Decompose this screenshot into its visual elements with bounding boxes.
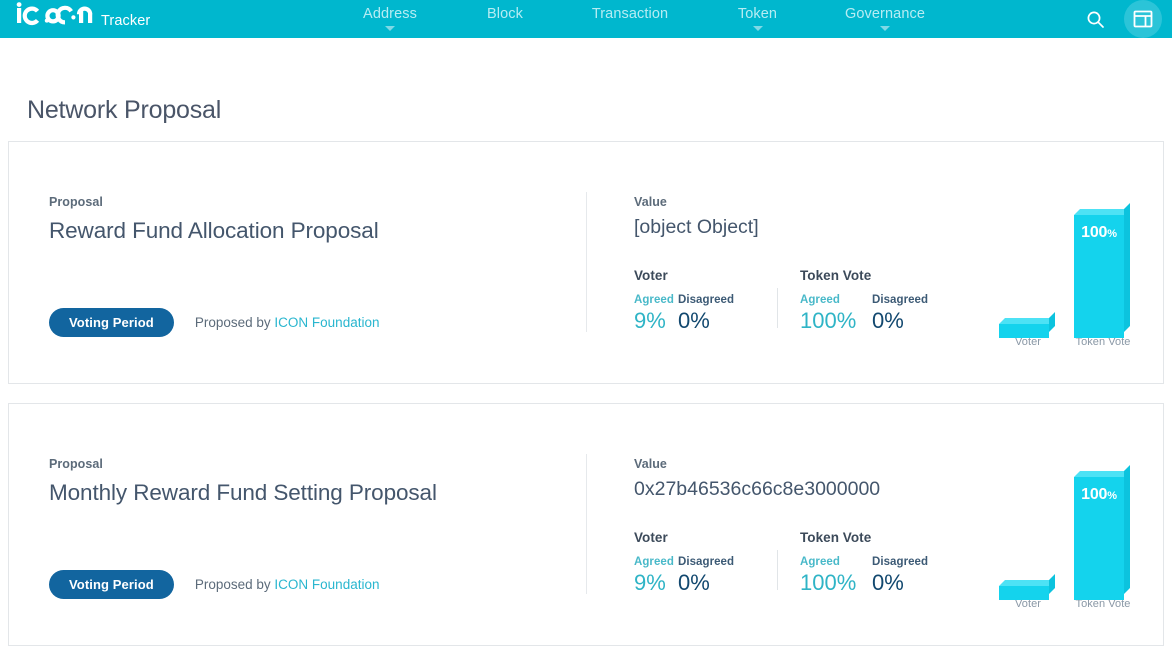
bar-top-face bbox=[999, 580, 1055, 586]
proposal-card: Proposal Monthly Reward Fund Setting Pro… bbox=[8, 403, 1164, 646]
proposal-label: Proposal bbox=[49, 195, 103, 209]
vote-bar-chart: Voter Token Vote 100% bbox=[999, 186, 1149, 348]
logo[interactable]: Tracker bbox=[16, 1, 150, 33]
token-vote-stats-group: Token Vote Agreed 100% Disagreed 0% bbox=[800, 530, 928, 595]
nav-item-address[interactable]: Address bbox=[330, 0, 450, 31]
token-agreed-label: Agreed bbox=[800, 556, 840, 568]
value-text: 0x27b46536c66c8e3000000 bbox=[634, 478, 881, 500]
chevron-down-icon bbox=[385, 26, 395, 31]
proposer-link[interactable]: ICON Foundation bbox=[274, 315, 379, 330]
status-row: Voting Period Proposed by ICON Foundatio… bbox=[49, 308, 379, 337]
token-disagreed-value: 0% bbox=[872, 308, 904, 333]
bar-side-face bbox=[1124, 203, 1130, 332]
nav-item-label: Token bbox=[737, 6, 778, 22]
voter-disagreed: Disagreed 0% bbox=[678, 294, 734, 333]
search-icon bbox=[1087, 11, 1104, 28]
bar-side-face bbox=[1049, 312, 1055, 332]
panel-toggle-button[interactable] bbox=[1124, 0, 1162, 38]
voter-disagreed-value: 0% bbox=[678, 570, 710, 595]
vertical-divider bbox=[586, 454, 587, 594]
token-disagreed: Disagreed 0% bbox=[872, 556, 928, 595]
chart-bar-voter bbox=[999, 574, 1055, 600]
chart-bar-token: 100% bbox=[1074, 203, 1130, 338]
nav-item-label: Governance bbox=[845, 6, 925, 22]
voter-disagreed-label: Disagreed bbox=[678, 294, 735, 306]
bar-top-face bbox=[1074, 471, 1130, 477]
chevron-down-icon bbox=[880, 26, 890, 31]
token-vote-stats-group: Token Vote Agreed 100% Disagreed 0% bbox=[800, 268, 928, 333]
nav-item-token[interactable]: Token bbox=[700, 0, 815, 31]
status-badge[interactable]: Voting Period bbox=[49, 308, 174, 337]
voter-disagreed-value: 0% bbox=[678, 308, 710, 333]
chart-bar-token-value: 100% bbox=[1081, 224, 1117, 241]
voter-disagreed-label: Disagreed bbox=[678, 556, 735, 568]
nav-item-transaction[interactable]: Transaction bbox=[560, 0, 700, 31]
search-button[interactable] bbox=[1076, 0, 1114, 38]
value-text: [object Object] bbox=[634, 216, 759, 238]
token-disagreed: Disagreed 0% bbox=[872, 294, 928, 333]
bar-side-face bbox=[1049, 574, 1055, 594]
proposal-title: Reward Fund Allocation Proposal bbox=[49, 218, 379, 243]
proposed-by-prefix: Proposed by bbox=[194, 577, 271, 592]
main-nav: Address Block Transaction Token Governan… bbox=[330, 0, 955, 38]
bar-side-face bbox=[1124, 465, 1130, 594]
proposal-label: Proposal bbox=[49, 457, 103, 471]
voter-agreed-label: Agreed bbox=[634, 294, 674, 306]
voter-agreed: Agreed 9% bbox=[634, 556, 678, 595]
status-row: Voting Period Proposed by ICON Foundatio… bbox=[49, 570, 379, 599]
page-title: Network Proposal bbox=[27, 96, 222, 124]
vertical-divider bbox=[586, 192, 587, 332]
token-vote-group-title: Token Vote bbox=[800, 268, 872, 283]
token-agreed: Agreed 100% bbox=[800, 294, 872, 333]
nav-item-label: Address bbox=[363, 6, 417, 22]
status-badge[interactable]: Voting Period bbox=[49, 570, 174, 599]
token-disagreed-value: 0% bbox=[872, 570, 904, 595]
token-disagreed-label: Disagreed bbox=[872, 556, 929, 568]
bar-top-face bbox=[1074, 209, 1130, 215]
chart-bar-token: 100% bbox=[1074, 465, 1130, 600]
chart-bar-token-value: 100% bbox=[1081, 486, 1117, 503]
proposed-by: Proposed by ICON Foundation bbox=[195, 577, 380, 592]
token-disagreed-label: Disagreed bbox=[872, 294, 929, 306]
value-label: Value bbox=[634, 457, 667, 471]
nav-item-label: Transaction bbox=[591, 6, 669, 22]
proposed-by: Proposed by ICON Foundation bbox=[195, 315, 380, 330]
nav-item-label: Block bbox=[487, 6, 523, 22]
app-header: Tracker Address Block Transaction Token … bbox=[0, 0, 1172, 38]
voter-agreed: Agreed 9% bbox=[634, 294, 678, 333]
icon-logo-mark bbox=[16, 1, 94, 27]
token-agreed-value: 100% bbox=[800, 570, 857, 595]
stats-divider bbox=[777, 550, 778, 590]
nav-item-block[interactable]: Block bbox=[450, 0, 560, 31]
proposal-title: Monthly Reward Fund Setting Proposal bbox=[49, 480, 437, 505]
value-label: Value bbox=[634, 195, 667, 209]
voter-stats-group: Voter Agreed 9% Disagreed 0% bbox=[634, 530, 734, 595]
voter-group-title: Voter bbox=[634, 530, 668, 545]
proposed-by-prefix: Proposed by bbox=[194, 315, 271, 330]
token-agreed: Agreed 100% bbox=[800, 556, 872, 595]
window-panel-icon bbox=[1133, 10, 1153, 28]
voter-agreed-value: 9% bbox=[634, 570, 666, 595]
voter-agreed-value: 9% bbox=[634, 308, 666, 333]
token-vote-group-title: Token Vote bbox=[800, 530, 872, 545]
voter-disagreed: Disagreed 0% bbox=[678, 556, 734, 595]
stats-divider bbox=[777, 288, 778, 328]
token-agreed-value: 100% bbox=[800, 308, 857, 333]
chevron-down-icon bbox=[752, 26, 763, 31]
proposal-card: Proposal Reward Fund Allocation Proposal… bbox=[8, 141, 1164, 384]
nav-item-governance[interactable]: Governance bbox=[815, 0, 955, 31]
token-agreed-label: Agreed bbox=[800, 294, 840, 306]
logo-tracker-text: Tracker bbox=[101, 13, 151, 29]
bar-top-face bbox=[999, 318, 1055, 324]
voter-stats-group: Voter Agreed 9% Disagreed 0% bbox=[634, 268, 734, 333]
header-actions bbox=[1076, 0, 1162, 38]
chart-bar-voter bbox=[999, 312, 1055, 338]
voter-group-title: Voter bbox=[634, 268, 668, 283]
voter-agreed-label: Agreed bbox=[634, 556, 674, 568]
proposer-link[interactable]: ICON Foundation bbox=[274, 577, 379, 592]
vote-bar-chart: Voter Token Vote 100% bbox=[999, 448, 1149, 610]
